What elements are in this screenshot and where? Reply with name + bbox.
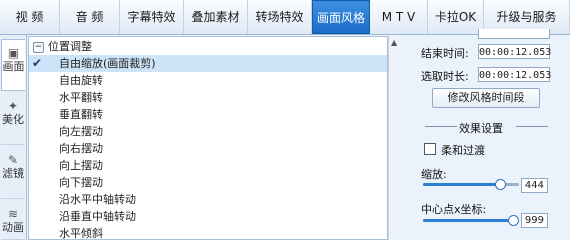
side-tab-bar: ▣ 画面 ✦ 美化 ✎ 滤镜 ≋ 动画 — [0, 35, 27, 240]
start-time-field[interactable] — [478, 29, 550, 39]
list-item[interactable]: 自由旋转 — [29, 72, 387, 89]
list-item[interactable]: 沿垂直中轴转动 — [29, 208, 387, 225]
modify-style-time-button[interactable]: 修改风格时间段 — [432, 88, 540, 108]
tab-subtitle-effects[interactable]: 字幕特效 — [120, 0, 184, 34]
list-item[interactable]: 向左摆动 — [29, 123, 387, 140]
list-item-label: 向上摆动 — [59, 159, 103, 172]
list-item[interactable]: ✔ 自由缩放(画面裁剪) — [29, 55, 387, 72]
tab-overlay-materials[interactable]: 叠加素材 — [184, 0, 248, 34]
list-item-label: 垂直翻转 — [59, 108, 103, 121]
list-item[interactable]: 沿水平中轴转动 — [29, 191, 387, 208]
brush-icon: ✎ — [7, 153, 19, 167]
center-x-slider-knob[interactable] — [508, 215, 519, 226]
vertical-scrollbar[interactable]: ▲ — [388, 36, 401, 240]
center-x-label: 中心点x坐标: — [421, 203, 487, 216]
fade-checkbox[interactable] — [424, 143, 436, 155]
list-item-label: 水平翻转 — [59, 91, 103, 104]
tab-transition-effects[interactable]: 转场特效 — [248, 0, 312, 34]
end-time-label: 结束时间: — [421, 47, 469, 60]
list-item-label: 自由缩放(画面裁剪) — [59, 57, 156, 70]
center-x-slider[interactable] — [423, 215, 519, 226]
checkmark-icon: ✔ — [32, 56, 43, 70]
center-x-value-field[interactable]: 999 — [521, 213, 548, 228]
tab-audio[interactable]: 音 频 — [60, 0, 120, 34]
tree-group-label: 位置调整 — [48, 40, 92, 53]
wave-icon: ≋ — [7, 207, 19, 221]
collapse-icon[interactable]: − — [33, 41, 44, 53]
side-tab-label: 动画 — [2, 221, 24, 234]
tab-video[interactable]: 视 频 — [0, 0, 60, 34]
side-tab-filter[interactable]: ✎ 滤镜 — [1, 147, 25, 199]
tree-group-header[interactable]: − 位置调整 — [33, 39, 92, 55]
style-tree-list: − 位置调整 ✔ 自由缩放(画面裁剪) 自由旋转 水平翻转 垂直翻转 向左摆动 向… — [28, 36, 388, 240]
zoom-label: 缩放: — [421, 168, 447, 181]
section-divider — [425, 126, 457, 127]
list-item-label: 向右摆动 — [59, 142, 103, 155]
tab-picture-style[interactable]: 画面风格 — [312, 0, 370, 34]
side-tab-animation[interactable]: ≋ 动画 — [1, 201, 25, 240]
list-item-label: 沿水平中轴转动 — [59, 193, 136, 206]
picture-icon: ▣ — [7, 46, 20, 60]
list-item[interactable]: 向上摆动 — [29, 157, 387, 174]
duration-label: 选取时长: — [421, 70, 469, 83]
list-item[interactable]: 向右摆动 — [29, 140, 387, 157]
zoom-slider[interactable] — [423, 179, 519, 190]
scroll-up-icon[interactable]: ▲ — [391, 38, 397, 47]
zoom-slider-fill — [423, 183, 500, 186]
center-x-slider-fill — [423, 219, 513, 222]
list-item[interactable]: 水平翻转 — [29, 89, 387, 106]
list-item-label: 水平倾斜 — [59, 227, 103, 240]
list-item-label: 沿垂直中轴转动 — [59, 210, 136, 223]
wrench-icon: ✦ — [7, 99, 19, 113]
tab-mtv[interactable]: M T V — [370, 0, 428, 34]
zoom-value-field[interactable]: 444 — [521, 178, 548, 193]
zoom-slider-knob[interactable] — [495, 179, 506, 190]
side-tab-label: 滤镜 — [2, 167, 24, 180]
list-item[interactable]: 向下摆动 — [29, 174, 387, 191]
side-tab-label: 画面 — [2, 60, 25, 73]
effect-settings-heading: 效果设置 — [459, 122, 503, 135]
section-divider — [516, 126, 548, 127]
tab-karaoke[interactable]: 卡拉OK — [428, 0, 484, 34]
settings-panel: 结束时间: 00:00:12.053 选取时长: 00:00:12.053 修改… — [401, 29, 570, 240]
list-item-label: 向下摆动 — [59, 176, 103, 189]
duration-field[interactable]: 00:00:12.053 — [478, 67, 551, 82]
side-tab-label: 美化 — [2, 113, 24, 126]
list-item[interactable]: 垂直翻转 — [29, 106, 387, 123]
end-time-field[interactable]: 00:00:12.053 — [478, 44, 551, 59]
fade-label: 柔和过渡 — [441, 144, 485, 157]
list-item-label: 自由旋转 — [59, 74, 103, 87]
list-item-label: 向左摆动 — [59, 125, 103, 138]
side-tab-beautify[interactable]: ✦ 美化 — [1, 93, 25, 145]
side-tab-picture[interactable]: ▣ 画面 — [1, 39, 25, 91]
list-item[interactable]: 水平倾斜 — [29, 225, 387, 240]
